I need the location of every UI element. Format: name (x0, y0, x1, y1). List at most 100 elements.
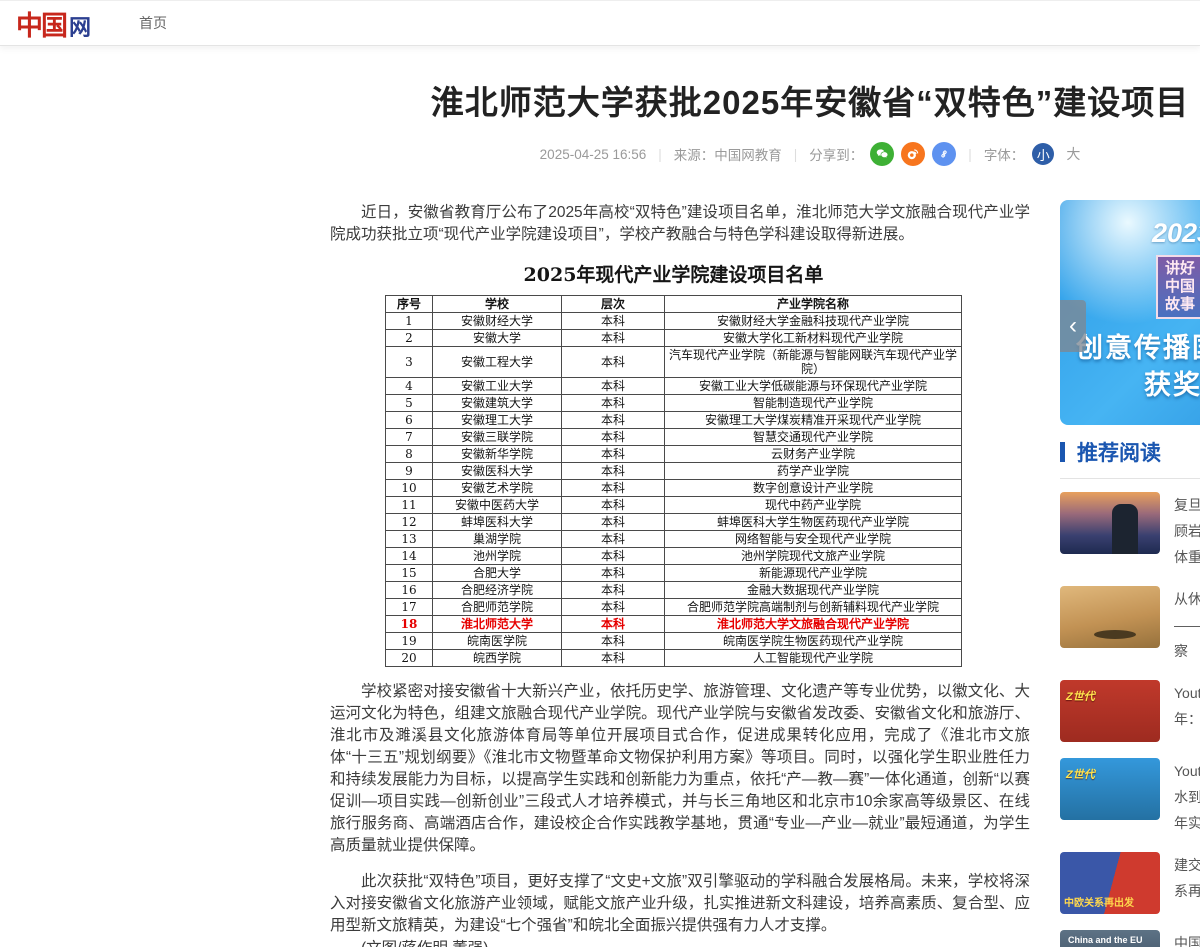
table-cell: 13 (386, 531, 433, 548)
nav-home[interactable]: 首页 (139, 13, 167, 33)
table-cell: 安徽大学 (433, 330, 562, 347)
table-title: 2025年现代产业学院建设项目名单 (385, 260, 962, 287)
table-cell: 新能源现代产业学院 (665, 565, 962, 582)
promo-banner[interactable]: 2023 讲好 中国 故事 创意传播国 获奖名 ‹ (1060, 200, 1200, 425)
meta-separator: | (968, 147, 972, 162)
table-cell: 皖西学院 (433, 650, 562, 667)
font-size-small-button[interactable]: 小 (1032, 143, 1054, 165)
recommend-item-title-line: Youth (1174, 680, 1200, 706)
table-cell: 合肥经济学院 (433, 582, 562, 599)
table-row: 2安徽大学本科安徽大学化工新材料现代产业学院 (386, 330, 962, 347)
banner-headline: 创意传播国 (1076, 326, 1200, 365)
table-row: 8安徽新华学院本科云财务产业学院 (386, 446, 962, 463)
banner-year: 2023 (1152, 218, 1200, 249)
table-cell: 安徽新华学院 (433, 446, 562, 463)
table-row: 14池州学院本科池州学院现代文旅产业学院 (386, 548, 962, 565)
table-cell: 金融大数据现代产业学院 (665, 582, 962, 599)
table-cell: 本科 (562, 514, 665, 531)
table-cell: 本科 (562, 599, 665, 616)
table-row: 5安徽建筑大学本科智能制造现代产业学院 (386, 395, 962, 412)
table-cell: 本科 (562, 446, 665, 463)
table-cell: 19 (386, 633, 433, 650)
site-logo[interactable]: 中国 网 (16, 4, 91, 43)
recommend-item[interactable]: 复旦大顾岩体重 (1060, 492, 1200, 570)
table-row: 7安徽三联学院本科智慧交通现代产业学院 (386, 429, 962, 446)
thumbnail-overlay-text: Z世代 (1066, 766, 1095, 782)
table-cell: 5 (386, 395, 433, 412)
share-label: 分享到： (809, 144, 863, 164)
recommend-item[interactable]: China and the EU Rivals or Partners? 中国欧，… (1060, 930, 1200, 947)
table-body: 1安徽财经大学本科安徽财经大学金融科技现代产业学院2安徽大学本科安徽大学化工新材… (386, 313, 962, 667)
recommend-item[interactable]: 中欧关系再出发建交系再 (1060, 852, 1200, 914)
table-header-row: 序号学校层次产业学院名称 (386, 296, 962, 313)
recommend-item[interactable]: 从休——察 (1060, 586, 1200, 664)
table-cell: 4 (386, 378, 433, 395)
table-cell: 安徽三联学院 (433, 429, 562, 446)
table-cell: 皖南医学院 (433, 633, 562, 650)
project-table: 序号学校层次产业学院名称 1安徽财经大学本科安徽财经大学金融科技现代产业学院2安… (385, 295, 962, 667)
table-row: 19皖南医学院本科皖南医学院生物医药现代产业学院 (386, 633, 962, 650)
table-cell: 安徽财经大学 (433, 313, 562, 330)
table-row: 11安徽中医药大学本科现代中药产业学院 (386, 497, 962, 514)
sidebar: 2023 讲好 中国 故事 创意传播国 获奖名 ‹ 推荐阅读 复旦大顾岩体重从休… (1060, 0, 1200, 947)
recommend-item-title: Youth水到年实 (1174, 758, 1200, 836)
banner-badge-line: 中国 (1158, 278, 1200, 296)
china-eu-flags-photo: 中欧关系再出发 (1060, 852, 1160, 914)
table-cell: 安徽大学化工新材料现代产业学院 (665, 330, 962, 347)
recommend-item-title-line: 体重 (1174, 544, 1200, 570)
recommend-item-title-line: —— (1174, 612, 1200, 638)
recommend-item[interactable]: Z世代 Youth水到年实 (1060, 758, 1200, 836)
table-cell: 安徽医科大学 (433, 463, 562, 480)
share-weibo-icon[interactable] (901, 142, 925, 166)
table-cell: 网络智能与安全现代产业学院 (665, 531, 962, 548)
table-cell: 本科 (562, 395, 665, 412)
china-eu-talk-photo: China and the EU Rivals or Partners? (1060, 930, 1160, 947)
share-wechat-icon[interactable] (870, 142, 894, 166)
recommend-item-title-line: 年实 (1174, 810, 1200, 836)
recommend-item[interactable]: Z世代Youth年： (1060, 680, 1200, 742)
recommend-item-title-line: 察 (1174, 638, 1200, 664)
table-cell: 本科 (562, 330, 665, 347)
share-link-icon[interactable] (932, 142, 956, 166)
table-row: 17合肥师范学院本科合肥师范学院高端制剂与创新辅料现代产业学院 (386, 599, 962, 616)
table-cell: 18 (386, 616, 433, 633)
recommend-item-title-line: 复旦大 (1174, 492, 1200, 518)
table-row: 1安徽财经大学本科安徽财经大学金融科技现代产业学院 (386, 313, 962, 330)
recommend-item-title-line: 水到 (1174, 784, 1200, 810)
table-cell: 16 (386, 582, 433, 599)
article-paragraph: 学校紧密对接安徽省十大新兴产业，依托历史学、旅游管理、文化遗产等专业优势，以徽文… (330, 681, 1030, 857)
recommend-divider (1060, 478, 1200, 479)
table-cell: 池州学院现代文旅产业学院 (665, 548, 962, 565)
table-cell: 本科 (562, 650, 665, 667)
table-cell: 15 (386, 565, 433, 582)
table-cell: 淮北师范大学 (433, 616, 562, 633)
table-cell: 2 (386, 330, 433, 347)
table-cell: 安徽理工大学煤炭精准开采现代产业学院 (665, 412, 962, 429)
table-cell: 蚌埠医科大学生物医药现代产业学院 (665, 514, 962, 531)
table-row: 12蚌埠医科大学本科蚌埠医科大学生物医药现代产业学院 (386, 514, 962, 531)
table-cell: 安徽工业大学 (433, 378, 562, 395)
table-cell: 淮北师范大学文旅融合现代产业学院 (665, 616, 962, 633)
table-cell: 池州学院 (433, 548, 562, 565)
table-header-cell: 产业学院名称 (665, 296, 962, 313)
table-cell: 本科 (562, 347, 665, 378)
recommend-item-title-line: 年： (1174, 706, 1200, 732)
table-cell: 本科 (562, 582, 665, 599)
table-row: 18淮北师范大学本科淮北师范大学文旅融合现代产业学院 (386, 616, 962, 633)
table-cell: 安徽建筑大学 (433, 395, 562, 412)
table-cell: 本科 (562, 531, 665, 548)
table-cell: 本科 (562, 548, 665, 565)
table-cell: 本科 (562, 616, 665, 633)
table-cell: 12 (386, 514, 433, 531)
table-cell: 蚌埠医科大学 (433, 514, 562, 531)
table-cell: 安徽工业大学低碳能源与环保现代产业学院 (665, 378, 962, 395)
recommend-item-title: 复旦大顾岩体重 (1174, 492, 1200, 570)
carousel-prev-button[interactable]: ‹ (1060, 300, 1086, 352)
table-cell: 合肥师范学院 (433, 599, 562, 616)
table-cell: 云财务产业学院 (665, 446, 962, 463)
table-row: 6安徽理工大学本科安徽理工大学煤炭精准开采现代产业学院 (386, 412, 962, 429)
table-row: 15合肥大学本科新能源现代产业学院 (386, 565, 962, 582)
table-cell: 本科 (562, 480, 665, 497)
recommend-item-title-line: 顾岩 (1174, 518, 1200, 544)
recommend-item-title: 中国欧，伙伴 (1174, 930, 1200, 947)
